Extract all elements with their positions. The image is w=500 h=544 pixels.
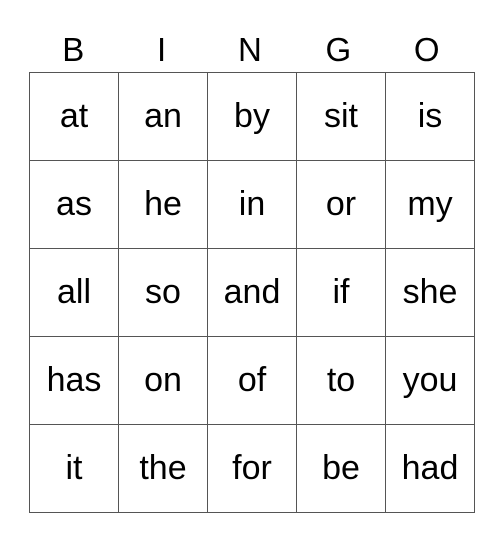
board-cell[interactable]: he: [118, 160, 208, 249]
board-cell[interactable]: of: [207, 336, 297, 425]
board-cell[interactable]: for: [207, 424, 297, 513]
bingo-header: B I N G O: [29, 28, 471, 72]
header-letter-g: G: [325, 31, 352, 68]
header-letter-o: O: [413, 31, 440, 68]
board-cell[interactable]: or: [296, 160, 386, 249]
board-row: has on of to you: [29, 336, 475, 425]
board-cell[interactable]: my: [385, 160, 475, 249]
board-cell[interactable]: be: [296, 424, 386, 513]
board-row: all so and if she: [29, 248, 475, 337]
board-cell[interactable]: is: [385, 72, 475, 161]
board-cell[interactable]: at: [29, 72, 119, 161]
bingo-board: at an by sit is as he in or my all so an…: [29, 72, 475, 513]
board-cell[interactable]: has: [29, 336, 119, 425]
header-letter-n: N: [238, 31, 262, 68]
board-cell[interactable]: had: [385, 424, 475, 513]
board-cell[interactable]: to: [296, 336, 386, 425]
board-row: at an by sit is: [29, 72, 475, 161]
board-cell[interactable]: an: [118, 72, 208, 161]
header-letter-i: I: [157, 31, 167, 68]
board-cell[interactable]: the: [118, 424, 208, 513]
board-cell[interactable]: by: [207, 72, 297, 161]
board-cell[interactable]: so: [118, 248, 208, 337]
header-letter-b: B: [62, 31, 85, 68]
board-cell[interactable]: she: [385, 248, 475, 337]
board-cell[interactable]: on: [118, 336, 208, 425]
board-cell[interactable]: you: [385, 336, 475, 425]
board-row: as he in or my: [29, 160, 475, 249]
board-cell[interactable]: and: [207, 248, 297, 337]
board-cell[interactable]: it: [29, 424, 119, 513]
board-cell[interactable]: all: [29, 248, 119, 337]
board-cell[interactable]: in: [207, 160, 297, 249]
board-row: it the for be had: [29, 424, 475, 513]
board-cell[interactable]: as: [29, 160, 119, 249]
board-cell[interactable]: sit: [296, 72, 386, 161]
board-cell[interactable]: if: [296, 248, 386, 337]
